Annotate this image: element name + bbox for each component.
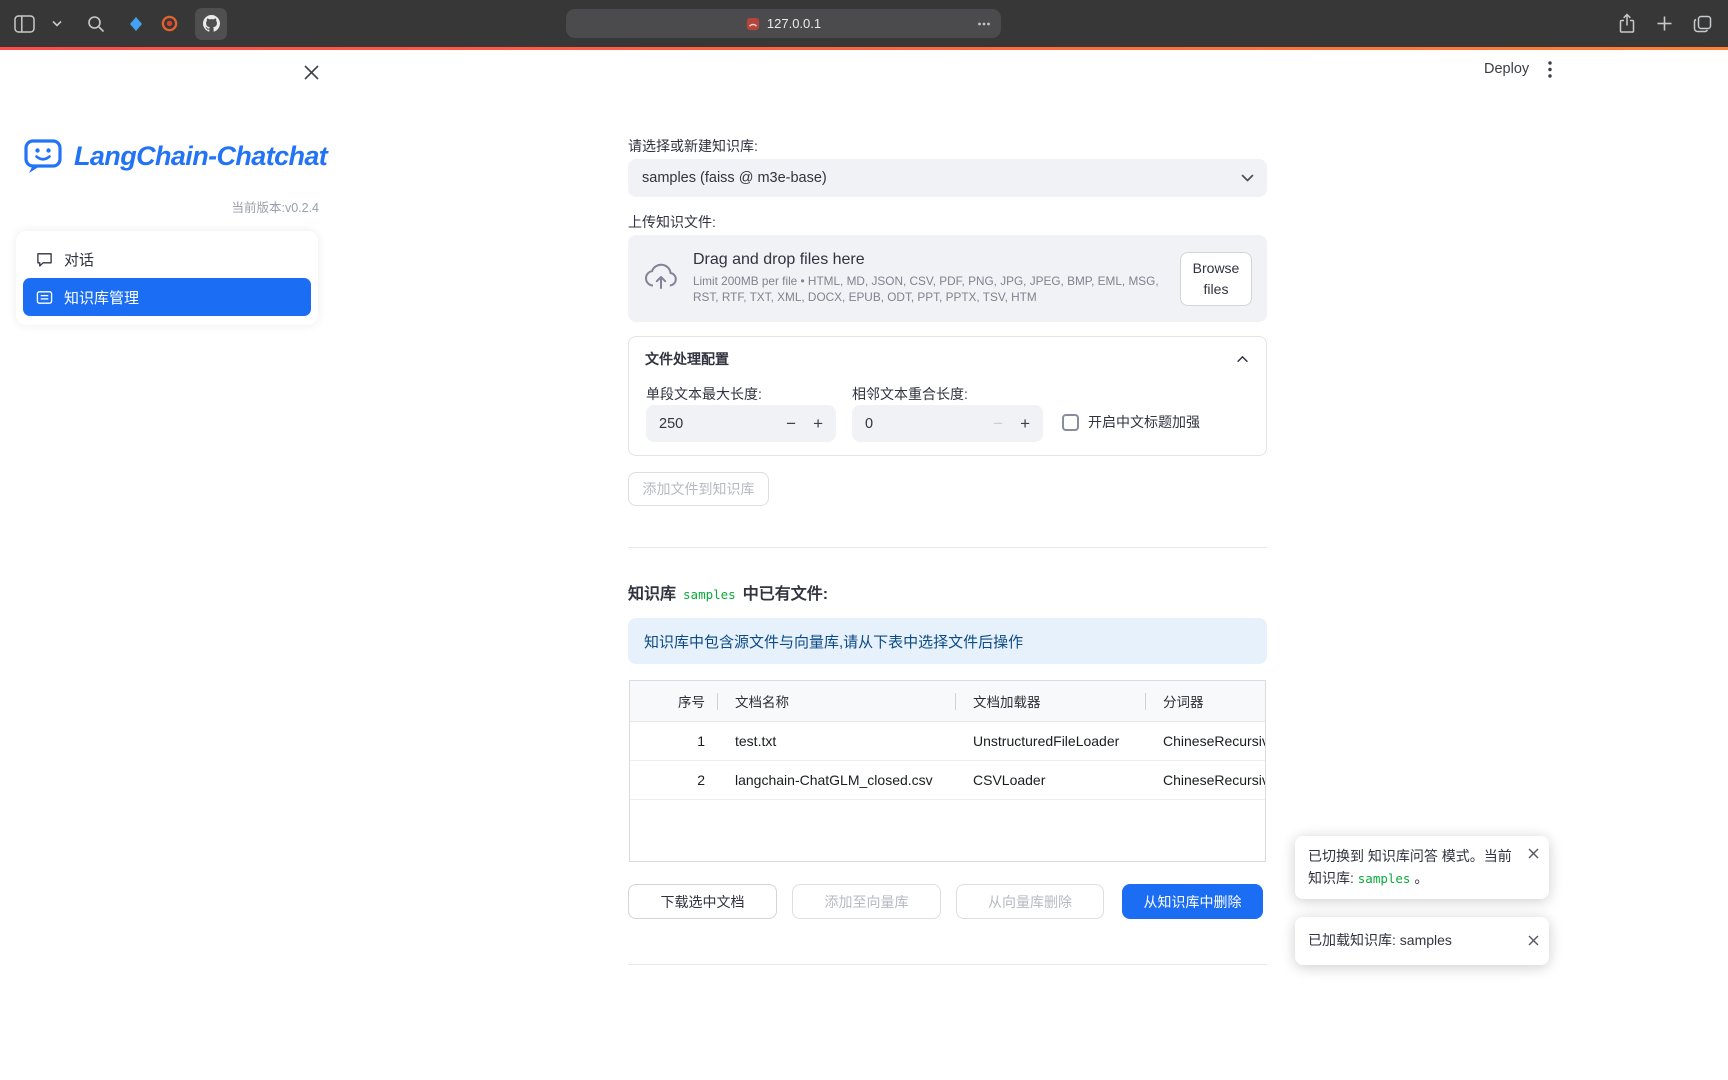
deploy-button[interactable]: Deploy <box>1484 61 1529 77</box>
chunk-minus-button[interactable]: − <box>786 415 796 432</box>
file-config-expander: 文件处理配置 单段文本最大长度: 250 − + 相邻文本重合长度: 0 − + <box>628 336 1267 456</box>
new-tab-icon[interactable] <box>1656 15 1673 32</box>
logo-chat-icon <box>24 138 64 175</box>
sidebar-toggle-icon[interactable] <box>14 15 35 33</box>
zh-title-checkbox-row: 开启中文标题加强 <box>1062 412 1200 432</box>
dropzone-title: Drag and drop files here <box>693 251 1180 269</box>
sidebar-item-kb-management[interactable]: 知识库管理 <box>23 278 311 316</box>
chunk-size-label: 单段文本最大长度: <box>646 384 762 404</box>
col-header-name[interactable]: 文档名称 <box>718 681 956 721</box>
col-header-index[interactable]: 序号 <box>630 681 718 721</box>
pinned-tab-blue-icon[interactable] <box>128 16 144 32</box>
overlap-plus-button[interactable]: + <box>1020 415 1030 432</box>
chat-bubble-icon <box>36 251 53 268</box>
overlap-size-label: 相邻文本重合长度: <box>852 384 968 404</box>
toast-text: 已加载知识库: samples <box>1308 930 1452 952</box>
address-bar[interactable]: 127.0.0.1 <box>566 9 1001 38</box>
kb-select-value: samples (faiss @ m3e-base) <box>642 170 827 186</box>
version-label: 当前版本:v0.2.4 <box>231 197 319 216</box>
col-header-loader[interactable]: 文档加载器 <box>956 681 1146 721</box>
col-header-splitter[interactable]: 分词器 <box>1146 681 1266 721</box>
download-selected-button[interactable]: 下载选中文档 <box>628 884 777 919</box>
page-settings-icon[interactable] <box>976 16 992 32</box>
overlap-size-value: 0 <box>865 416 873 432</box>
delete-from-vector-button: 从向量库删除 <box>956 884 1104 919</box>
add-to-vector-button: 添加至向量库 <box>792 884 941 919</box>
info-text: 知识库中包含源文件与向量库,请从下表中选择文件后操作 <box>644 631 1023 652</box>
app-logo: LangChain-Chatchat <box>24 138 327 175</box>
expander-header[interactable]: 文件处理配置 <box>629 337 1266 381</box>
table-row[interactable]: 2 langchain-ChatGLM_closed.csv CSVLoader… <box>630 761 1265 800</box>
cloud-upload-icon <box>643 261 679 296</box>
dropzone-hint: Limit 200MB per file • HTML, MD, JSON, C… <box>693 274 1177 305</box>
share-icon[interactable] <box>1618 13 1636 34</box>
zh-title-checkbox[interactable] <box>1062 414 1079 431</box>
divider <box>628 964 1267 965</box>
url-text: 127.0.0.1 <box>767 16 821 31</box>
knowledge-base-icon <box>36 289 53 306</box>
kb-select[interactable]: samples (faiss @ m3e-base) <box>628 159 1267 197</box>
files-table: 序号 文档名称 文档加载器 分词器 1 test.txt Unstructure… <box>629 680 1266 862</box>
heading-suffix: 中已有文件: <box>743 580 828 604</box>
main-menu-icon[interactable] <box>1541 60 1559 78</box>
file-dropzone[interactable]: Drag and drop files here Limit 200MB per… <box>628 235 1267 322</box>
logo-text: LangChain-Chatchat <box>74 141 327 172</box>
chevron-down-icon <box>1239 169 1256 190</box>
heading-prefix: 知识库 <box>628 580 676 604</box>
overlap-minus-button: − <box>993 415 1003 432</box>
sidebar: LangChain-Chatchat 当前版本:v0.2.4 对话 <box>0 50 334 1080</box>
pinned-tab-orange-icon[interactable] <box>161 15 178 32</box>
browse-files-button[interactable]: Browse files <box>1180 252 1252 306</box>
github-icon <box>203 15 220 32</box>
chunk-plus-button[interactable]: + <box>813 415 823 432</box>
tab-overview-icon[interactable] <box>1693 15 1712 33</box>
github-tab[interactable] <box>195 8 227 40</box>
delete-from-kb-button[interactable]: 从知识库中删除 <box>1122 884 1263 919</box>
existing-files-heading: 知识库 samples 中已有文件: <box>628 580 828 604</box>
overlap-size-input[interactable]: 0 − + <box>852 405 1043 442</box>
browser-toolbar: 127.0.0.1 <box>0 0 1728 47</box>
dropzone-text: Drag and drop files here Limit 200MB per… <box>693 251 1180 305</box>
sidebar-item-label: 对话 <box>64 249 94 270</box>
sidebar-close-icon[interactable] <box>302 63 320 81</box>
chevron-down-icon[interactable] <box>52 20 62 27</box>
toast-kb-loaded: 已加载知识库: samples <box>1295 917 1549 965</box>
kb-select-label: 请选择或新建知识库: <box>628 136 758 156</box>
search-icon[interactable] <box>87 15 105 33</box>
zh-title-checkbox-label: 开启中文标题加强 <box>1088 412 1200 432</box>
toast-mode-switched: 已切换到 知识库问答 模式。当前知识库: samples 。 <box>1295 836 1549 899</box>
table-header-row: 序号 文档名称 文档加载器 分词器 <box>630 681 1265 722</box>
sidebar-item-chat[interactable]: 对话 <box>23 240 311 278</box>
close-icon[interactable] <box>1527 934 1540 947</box>
screen: 127.0.0.1 <box>0 0 1728 1080</box>
toast-text: 已切换到 知识库问答 模式。当前知识库: samples 。 <box>1308 848 1512 886</box>
chevron-up-icon <box>1235 352 1250 367</box>
expander-title: 文件处理配置 <box>645 349 729 369</box>
chunk-size-input[interactable]: 250 − + <box>646 405 836 442</box>
upload-label: 上传知识文件: <box>628 212 716 232</box>
add-files-button: 添加文件到知识库 <box>628 472 769 506</box>
table-row[interactable]: 1 test.txt UnstructuredFileLoader Chines… <box>630 722 1265 761</box>
kb-name-code: samples <box>1358 871 1411 886</box>
chunk-size-value: 250 <box>659 416 683 432</box>
divider <box>628 547 1267 548</box>
close-icon[interactable] <box>1527 847 1540 860</box>
site-favicon-icon <box>746 17 760 31</box>
sidebar-menu: 对话 知识库管理 <box>16 231 318 325</box>
info-alert: 知识库中包含源文件与向量库,请从下表中选择文件后操作 <box>628 618 1267 664</box>
sidebar-item-label: 知识库管理 <box>64 287 139 308</box>
kb-name-code: samples <box>683 587 736 602</box>
